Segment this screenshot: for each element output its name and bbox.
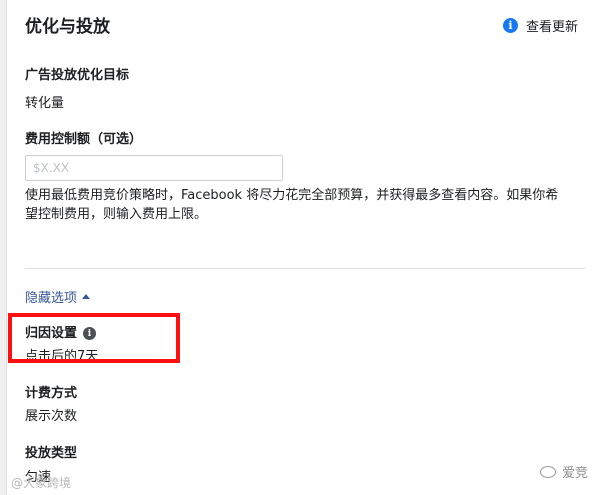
delivery-type-label: 投放类型 [25, 446, 78, 461]
watermark-right-text: 爱竞 [561, 466, 588, 481]
watermark-left: @大象跨境 [11, 476, 72, 490]
billing-method-value: 展示次数 [25, 409, 78, 424]
cost-control-help-text: 使用最低费用竞价策略时，Facebook 将尽力花完全部预算，并获得最多查看内容… [25, 188, 559, 222]
cost-control-input[interactable] [25, 155, 283, 181]
view-updates-label: 查看更新 [525, 20, 578, 35]
watermark-right: 爱竞 [539, 462, 588, 481]
optimization-delivery-panel: 优化与投放 i 查看更新 广告投放优化目标 转化量 费用控制额（可选） 使用最低… [6, 0, 607, 495]
view-updates-link[interactable]: i 查看更新 [502, 16, 578, 35]
wechat-bubble-icon [539, 465, 556, 478]
section-title: 优化与投放 [25, 17, 110, 37]
billing-method-label: 计费方式 [25, 386, 78, 401]
hide-options-label: 隐藏选项 [25, 291, 78, 306]
cost-control-label: 费用控制额（可选） [25, 132, 143, 147]
optimization-goal-label: 广告投放优化目标 [25, 68, 130, 83]
caret-up-icon [82, 294, 91, 299]
hide-options-toggle[interactable]: 隐藏选项 [25, 287, 91, 306]
info-icon: i [502, 18, 518, 33]
optimization-goal-value: 转化量 [25, 96, 65, 111]
attribution-highlight-box [8, 313, 180, 363]
section-divider [25, 268, 585, 269]
